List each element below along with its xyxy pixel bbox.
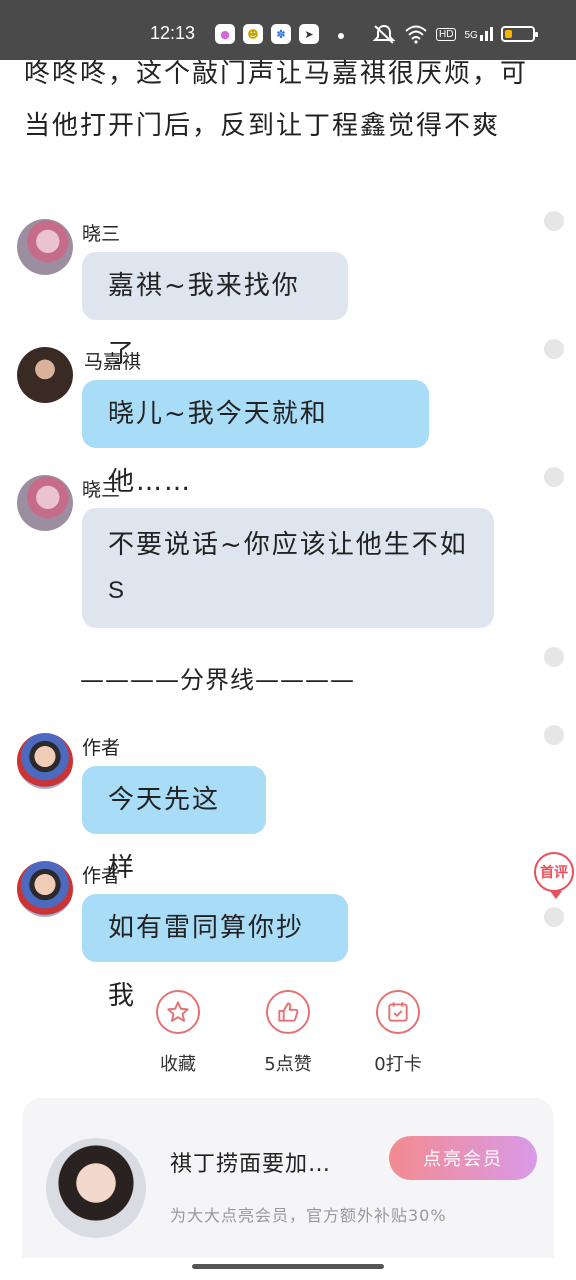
message-bubble: 如有雷同算你抄我 <box>82 894 348 1011</box>
like-button[interactable]: 5点赞 <box>248 990 328 1076</box>
battery-icon <box>500 26 538 42</box>
speaker-name: 马嘉祺 <box>84 351 142 373</box>
home-indicator[interactable] <box>192 1264 384 1269</box>
story-paragraph: 咚咚咚，这个敲门声让马嘉祺很厌烦，可当他打开门后，反到让丁程鑫觉得不爽 <box>24 59 529 141</box>
avatar[interactable] <box>17 861 73 917</box>
vip-promo-card: 祺丁捞面要加… 为大大点亮会员，官方额外补贴30% 点亮会员 <box>22 1098 554 1258</box>
favorite-label: 收藏 <box>160 1054 196 1075</box>
more-notifications-dot <box>338 33 344 39</box>
message-bubble: 今天先这样 <box>82 766 266 883</box>
wifi-icon <box>405 25 427 44</box>
paragraph-comment-dot[interactable] <box>544 907 564 927</box>
checkin-button[interactable]: 0打卡 <box>358 990 438 1076</box>
message-bubble: 晓儿~我今天就和他…… <box>82 380 429 497</box>
notification-app-icon: ● <box>215 24 235 44</box>
hd-icon: HD <box>436 27 457 41</box>
avatar[interactable] <box>17 733 73 789</box>
section-divider: ————分界线———— <box>80 666 355 694</box>
like-count-label: 5点赞 <box>264 1054 312 1075</box>
activate-vip-button[interactable]: 点亮会员 <box>389 1136 537 1180</box>
message-line: S <box>108 577 127 604</box>
paw-app-icon: ✽ <box>271 24 291 44</box>
mute-icon <box>372 24 396 44</box>
vip-story-title: 祺丁捞面要加… <box>170 1152 332 1177</box>
paragraph-comment-dot[interactable] <box>544 467 564 487</box>
emoji-app-icon: ☻ <box>243 24 263 44</box>
paragraph-comment-dot[interactable] <box>544 647 564 667</box>
checkin-count-label: 0打卡 <box>374 1054 422 1075</box>
message-bubble: 不要说话~你应该让他生不如 S <box>82 508 494 628</box>
message-line: 不要说话~你应该让他生不如 <box>108 530 468 560</box>
status-time: 12:13 <box>150 23 196 43</box>
favorite-button[interactable]: 收藏 <box>138 990 218 1076</box>
author-avatar[interactable] <box>46 1138 146 1238</box>
speaker-name: 作者 <box>82 737 121 759</box>
avatar[interactable] <box>17 475 73 531</box>
thumbs-up-icon <box>266 990 310 1034</box>
signal-icon: 5G <box>464 27 493 41</box>
notification-icons: ● ☻ ✽ ➤ <box>215 24 319 44</box>
system-icons: HD 5G <box>372 24 538 44</box>
avatar[interactable] <box>17 219 73 275</box>
vip-subtitle: 为大大点亮会员，官方额外补贴30% <box>170 1206 447 1225</box>
network-type-label: 5G <box>464 30 478 41</box>
bolt-app-icon: ➤ <box>299 24 319 44</box>
speaker-name: 晓三 <box>82 479 121 501</box>
message-bubble: 嘉祺~我来找你了 <box>82 252 348 369</box>
speaker-name: 作者 <box>82 865 121 887</box>
paragraph-comment-dot[interactable] <box>544 339 564 359</box>
calendar-check-icon <box>376 990 420 1034</box>
star-icon <box>156 990 200 1034</box>
avatar[interactable] <box>17 347 73 403</box>
speaker-name: 晓三 <box>82 223 121 245</box>
chat-story-page: 12:13 ● ☻ ✽ ➤ HD 5G 咚咚咚，这个敲门声让马嘉祺很厌烦，可当他… <box>0 0 576 1280</box>
paragraph-comment-dot[interactable] <box>544 725 564 745</box>
battery-fill <box>504 30 512 38</box>
first-comment-badge[interactable]: 首评 <box>534 852 574 899</box>
paragraph-comment-dot[interactable] <box>544 211 564 231</box>
